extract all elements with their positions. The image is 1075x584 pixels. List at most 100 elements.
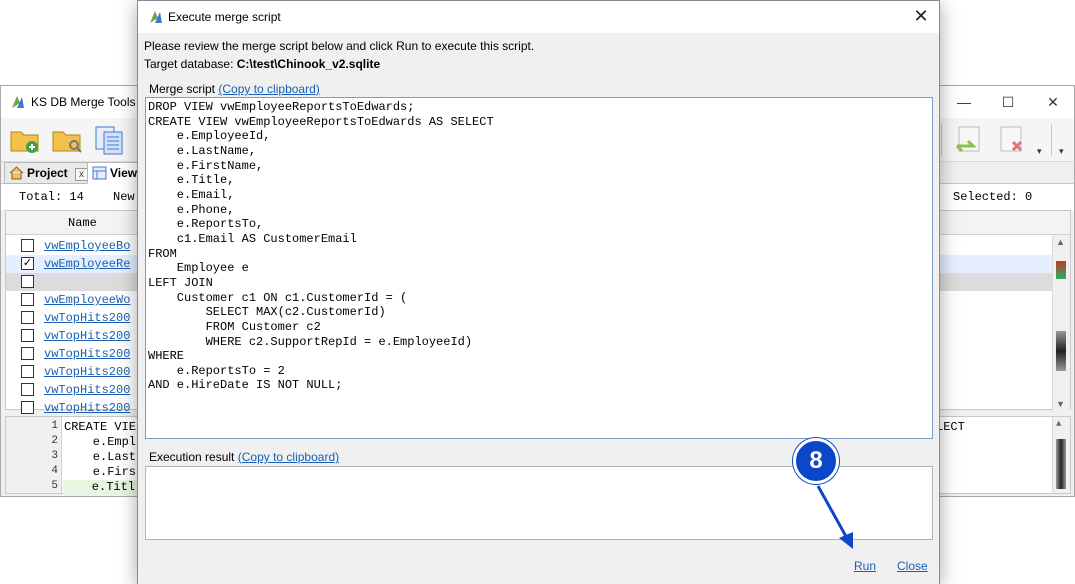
grid-scrollbar[interactable]: ▲ ▼: [1052, 235, 1070, 411]
step-number-badge: 8: [793, 438, 839, 484]
row-name-link[interactable]: vwTopHits200: [44, 383, 130, 397]
column-name-header[interactable]: Name: [68, 216, 97, 230]
open-project-icon[interactable]: [51, 124, 83, 156]
selected-count: Selected: 0: [953, 190, 1033, 204]
row-checkbox[interactable]: [21, 365, 34, 378]
script-line: FROM: [148, 246, 177, 261]
scroll-thumb[interactable]: [1056, 439, 1066, 489]
copy-result-link[interactable]: (Copy to clipboard): [238, 450, 339, 464]
main-window-title: KS DB Merge Tools fo: [31, 95, 149, 109]
toolbar-separator: [1051, 124, 1052, 156]
script-line: CREATE VIEW vwEmployeeReportsToEdwards A…: [148, 114, 494, 129]
row-name-link[interactable]: vwEmployeeRe: [44, 257, 130, 271]
merge-script-textarea[interactable]: DROP VIEW vwEmployeeReportsToEdwards; CRE…: [145, 97, 933, 439]
script-line: FROM Customer c2: [148, 319, 321, 334]
row-name-link[interactable]: vwEmployeeWo: [44, 293, 130, 307]
scroll-thumb[interactable]: [1056, 331, 1066, 371]
script-line: LEFT JOIN: [148, 275, 213, 290]
execute-merge-dialog: Execute merge script ✕ Please review the…: [137, 0, 940, 584]
toolbar-separator: [941, 124, 942, 156]
script-line: e.FirstName,: [148, 158, 264, 173]
line-number: 2: [51, 435, 58, 447]
code-line: CREATE VIE: [64, 420, 137, 434]
execution-result-header: Execution result (Copy to clipboard): [149, 450, 339, 464]
scroll-up-icon[interactable]: ▲: [1056, 419, 1061, 429]
script-line: c1.Email AS CustomerEmail: [148, 231, 357, 246]
total-count: Total: 14: [19, 190, 84, 204]
close-window-button[interactable]: ✕: [1031, 90, 1075, 114]
row-checkbox[interactable]: [21, 275, 34, 288]
row-checkbox[interactable]: [21, 293, 34, 306]
dialog-close-button[interactable]: ✕: [905, 3, 937, 31]
line-number: 5: [51, 480, 58, 492]
script-line: Customer c1 ON c1.CustomerId = (: [148, 290, 408, 305]
row-checkbox[interactable]: ✓: [21, 257, 34, 270]
row-checkbox[interactable]: [21, 311, 34, 324]
row-checkbox[interactable]: [21, 329, 34, 342]
script-line: WHERE: [148, 349, 185, 364]
code-line: e.Firs: [64, 465, 137, 479]
tab-project[interactable]: Project x: [4, 162, 94, 184]
view-icon: [92, 166, 107, 180]
script-line: e.Email,: [148, 187, 235, 202]
target-database: Target database: C:\test\Chinook_v2.sqli…: [144, 57, 380, 71]
execution-result-label: Execution result: [149, 450, 235, 464]
tab-view[interactable]: View: [87, 162, 143, 184]
dialog-footer: Run Close: [138, 546, 939, 584]
new-count: New: [113, 190, 135, 204]
row-name-link[interactable]: vwTopHits200: [44, 329, 130, 343]
app-logo-icon: [12, 96, 24, 108]
delete-checked-icon[interactable]: [995, 124, 1027, 156]
maximize-button[interactable]: ☐: [986, 90, 1030, 114]
code-line: e.Last: [64, 450, 137, 464]
preview-scrollbar[interactable]: ▲: [1052, 417, 1070, 493]
script-line: e.Phone,: [148, 202, 235, 217]
script-line: WHERE c2.SupportRepId = e.EmployeeId): [148, 334, 473, 349]
home-icon: [9, 166, 24, 180]
dialog-title: Execute merge script: [168, 10, 281, 24]
merge-script-header: Merge script (Copy to clipboard): [149, 82, 320, 96]
line-number: 1: [51, 420, 58, 432]
new-project-icon[interactable]: [9, 124, 41, 156]
dropdown-arrow-icon[interactable]: ▾: [1037, 146, 1042, 157]
row-checkbox[interactable]: [21, 347, 34, 360]
target-database-path: C:\test\Chinook_v2.sqlite: [236, 57, 381, 71]
code-right-fragment: LECT: [936, 420, 965, 434]
diff-marker: [1056, 261, 1066, 279]
target-database-label: Target database:: [144, 57, 234, 71]
script-line: e.Title,: [148, 173, 235, 188]
script-line: e.EmployeeId,: [148, 129, 271, 144]
row-name-link[interactable]: vwEmployeeBo: [44, 239, 130, 253]
screen: KS DB Merge Tools fo — ☐ ✕ ▾ ▾ Project x…: [0, 0, 1075, 584]
merge-script-label: Merge script: [149, 82, 216, 96]
script-line: e.LastName,: [148, 143, 257, 158]
scroll-up-icon[interactable]: ▲: [1056, 237, 1065, 247]
minimize-button[interactable]: —: [942, 90, 986, 114]
scroll-down-icon[interactable]: ▼: [1056, 399, 1065, 409]
line-number: 4: [51, 465, 58, 477]
close-button[interactable]: Close: [897, 559, 928, 573]
run-button[interactable]: Run: [854, 559, 876, 573]
line-number: 3: [51, 450, 58, 462]
sync-left-icon[interactable]: [953, 124, 985, 156]
row-name-link[interactable]: vwTopHits200: [44, 311, 130, 325]
row-checkbox[interactable]: [21, 401, 34, 414]
script-line: Employee e: [148, 261, 249, 276]
compare-icon[interactable]: [93, 124, 125, 156]
copy-script-link[interactable]: (Copy to clipboard): [218, 82, 319, 96]
instruction-text: Please review the merge script below and…: [144, 39, 535, 53]
row-checkbox[interactable]: [21, 239, 34, 252]
script-line: e.ReportsTo,: [148, 217, 264, 232]
row-name-link[interactable]: vwTopHits200: [44, 347, 130, 361]
tab-view-label: View: [110, 166, 138, 180]
row-name-link[interactable]: vwTopHits200: [44, 401, 130, 415]
script-line: DROP VIEW vwEmployeeReportsToEdwards;: [148, 100, 415, 114]
code-line: e.Empl: [64, 435, 137, 449]
dropdown-arrow-icon[interactable]: ▾: [1059, 146, 1064, 157]
dialog-titlebar: Execute merge script ✕: [138, 1, 939, 33]
tab-project-label: Project: [27, 166, 68, 180]
script-line: SELECT MAX(c2.CustomerId): [148, 305, 386, 320]
app-logo-icon: [150, 11, 162, 23]
row-name-link[interactable]: vwTopHits200: [44, 365, 130, 379]
row-checkbox[interactable]: [21, 383, 34, 396]
